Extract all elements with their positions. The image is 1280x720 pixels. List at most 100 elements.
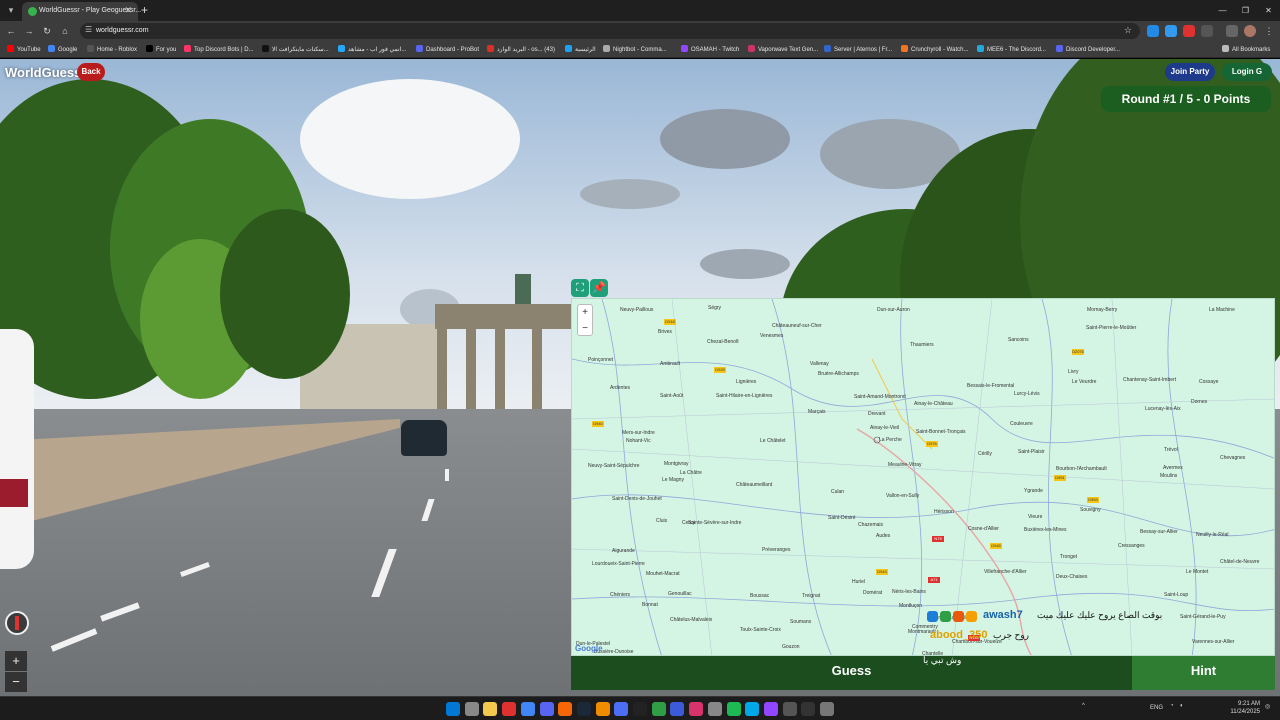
- tab-search-icon[interactable]: ▾: [4, 3, 18, 17]
- map-town-label: Châteauneuf-sur-Cher: [772, 323, 822, 329]
- back-button[interactable]: Back: [77, 63, 105, 81]
- taskbar-app-icon[interactable]: [633, 702, 647, 716]
- bookmark-item[interactable]: Discord Developer...: [1056, 45, 1120, 53]
- system-clock[interactable]: 9:21 AM 11/24/2025: [1230, 700, 1260, 716]
- zoom-out-button[interactable]: −: [5, 672, 27, 692]
- bookmark-favicon-icon: [565, 45, 572, 52]
- close-window-icon[interactable]: ✕: [1257, 0, 1280, 21]
- gate-column: [532, 329, 542, 411]
- guess-button[interactable]: Guess: [571, 656, 1132, 690]
- map-zoom-in-button[interactable]: +: [578, 305, 592, 321]
- bookmark-item[interactable]: Nightbot - Comma...: [603, 45, 667, 53]
- bookmark-item[interactable]: Top Discord Bots | D...: [184, 45, 254, 53]
- bookmark-item[interactable]: Vaporwave Text Gen...: [748, 45, 818, 53]
- bookmark-item[interactable]: Dashboard - ProBot: [416, 45, 479, 53]
- taskbar-app-icon[interactable]: [483, 702, 498, 716]
- road-shield: D925: [714, 367, 726, 373]
- bookmark-item[interactable]: Home - Roblox: [87, 45, 137, 53]
- bookmark-item[interactable]: Server | Aternos | Fr...: [824, 45, 892, 53]
- street-view-panorama[interactable]: WorldGuessr Back Join Party Login G Roun…: [0, 59, 1280, 696]
- bookmark-item[interactable]: Google: [48, 45, 77, 53]
- compass-icon[interactable]: [5, 611, 29, 635]
- bookmark-item[interactable]: البريد الوارد - os... (43): [487, 45, 555, 53]
- minimize-icon[interactable]: —: [1211, 0, 1234, 21]
- guess-label: Guess: [831, 663, 872, 678]
- map-town-label: Culan: [831, 489, 845, 495]
- cloud: [300, 79, 520, 199]
- forward-arrow-icon[interactable]: →: [22, 24, 36, 38]
- bookmark-item[interactable]: Crunchyroll - Watch...: [901, 45, 968, 53]
- zoom-in-button[interactable]: +: [5, 651, 27, 671]
- volume-icon[interactable]: ◐: [1180, 703, 1184, 709]
- taskbar-app-icon[interactable]: [763, 702, 778, 716]
- bookmark-item[interactable]: الرئيسية: [565, 45, 596, 53]
- expand-map-icon[interactable]: ⛶: [571, 279, 589, 297]
- chevron-up-icon[interactable]: ^: [1082, 703, 1085, 709]
- login-button[interactable]: Login G: [1222, 63, 1272, 81]
- taskbar-app-icon[interactable]: [558, 702, 573, 716]
- map-town-label: Aigurande: [612, 548, 635, 554]
- map-town-label: Le Montet: [1186, 569, 1209, 575]
- bus-stripe: [0, 479, 28, 507]
- extensions-puzzle-icon[interactable]: [1201, 25, 1213, 37]
- bookmark-star-icon[interactable]: ☆: [1124, 25, 1132, 36]
- taskbar-app-icon[interactable]: [820, 702, 834, 716]
- notification-icon[interactable]: ◎: [1265, 703, 1270, 710]
- profile-avatar[interactable]: [1244, 25, 1256, 37]
- extension-icon[interactable]: [1147, 25, 1159, 37]
- bookmark-item[interactable]: سكنات ماينكرافت الا...: [262, 45, 329, 53]
- taskbar-app-icon[interactable]: [745, 702, 760, 716]
- keyboard-language[interactable]: ENG: [1150, 705, 1163, 711]
- map-town-label: Saint-Plaisir: [1018, 449, 1045, 455]
- taskbar-app-icon[interactable]: [801, 702, 816, 716]
- map-zoom-out-button[interactable]: −: [578, 321, 592, 337]
- taskbar-app-icon[interactable]: [651, 702, 666, 716]
- wifi-icon[interactable]: ◔: [1170, 703, 1174, 709]
- site-info-icon[interactable]: ☰: [85, 25, 92, 34]
- back-arrow-icon[interactable]: ←: [4, 24, 18, 38]
- search-icon[interactable]: [464, 702, 479, 716]
- bookmark-item[interactable]: For you: [146, 45, 176, 53]
- taskbar-app-icon[interactable]: [726, 702, 741, 716]
- taskbar-app-icon[interactable]: [502, 702, 517, 716]
- close-icon[interactable]: ✕: [124, 5, 132, 16]
- bookmark-favicon-icon: [184, 45, 191, 52]
- kebab-menu-icon[interactable]: ⋮: [1262, 24, 1276, 38]
- reload-icon[interactable]: ↻: [40, 24, 54, 38]
- extension-icon[interactable]: [1165, 25, 1177, 37]
- extension-icon[interactable]: [1183, 25, 1195, 37]
- bookmark-item[interactable]: MEE6 - The Discord...: [977, 45, 1046, 53]
- map-town-label: Treignat: [802, 593, 821, 599]
- taskbar-app-icon[interactable]: [595, 702, 610, 716]
- map-town-label: Dornes: [1191, 399, 1208, 405]
- clock-time: 9:21 AM: [1237, 701, 1260, 707]
- cloud: [660, 109, 790, 169]
- taskbar-app-icon[interactable]: [782, 702, 797, 716]
- bookmark-item[interactable]: YouTube: [7, 45, 41, 53]
- taskbar-app-icon[interactable]: [520, 702, 535, 716]
- taskbar-app-icon[interactable]: [670, 702, 685, 716]
- taskbar-app-icon[interactable]: [614, 702, 629, 716]
- map-town-label: Audes: [876, 533, 891, 539]
- taskbar-app-icon[interactable]: [576, 702, 591, 716]
- taskbar-app-icon[interactable]: [689, 702, 704, 716]
- pin-map-icon[interactable]: 📌: [590, 279, 608, 297]
- side-panel-icon[interactable]: [1226, 25, 1238, 37]
- hint-button[interactable]: Hint: [1132, 656, 1275, 690]
- bookmark-item[interactable]: انمي فور اب - مشاهد...: [338, 45, 406, 53]
- new-tab-icon[interactable]: +: [141, 3, 148, 17]
- bookmark-item[interactable]: OSAMAH - Twitch: [681, 45, 739, 53]
- bookmark-favicon-icon: [901, 45, 908, 52]
- home-icon[interactable]: ⌂: [58, 24, 72, 38]
- tab-worldguessr[interactable]: WorldGuessr - Play Geoguessr... ✕: [22, 2, 141, 21]
- address-bar[interactable]: ☰ worldguessr.com ☆: [80, 23, 1140, 39]
- bookmark-label: For you: [156, 47, 177, 53]
- windows-start-icon[interactable]: [446, 702, 460, 716]
- guess-map[interactable]: + − Neuvy-Pailloux Brives Ségry Châteauneuf…: [571, 298, 1275, 656]
- map-town-label: Mers-sur-Indre: [622, 430, 655, 436]
- all-bookmarks[interactable]: All Bookmarks: [1222, 45, 1270, 53]
- maximize-icon[interactable]: ❐: [1234, 0, 1257, 21]
- taskbar-app-icon[interactable]: [539, 702, 554, 716]
- join-party-button[interactable]: Join Party: [1165, 63, 1215, 81]
- taskbar-app-icon[interactable]: [707, 702, 722, 716]
